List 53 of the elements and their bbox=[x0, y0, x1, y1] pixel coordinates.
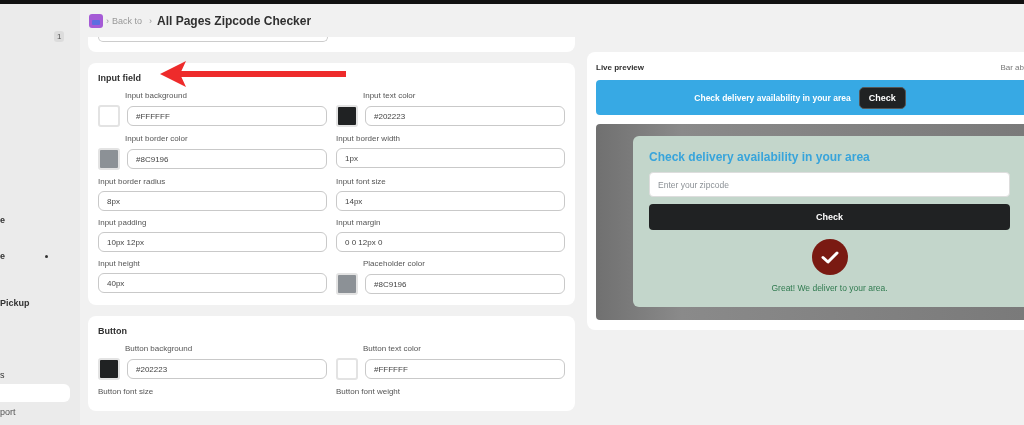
sidebar-item[interactable]: Pickup bbox=[0, 274, 70, 332]
field-label: Button font size bbox=[98, 386, 155, 398]
text-field[interactable]: 0 0 12px 0 bbox=[336, 232, 565, 252]
color-swatch[interactable] bbox=[336, 105, 358, 127]
text-field[interactable]: 40px bbox=[98, 273, 327, 293]
text-field[interactable]: #8C9196 bbox=[127, 149, 327, 169]
check-button[interactable]: Check bbox=[858, 86, 906, 109]
text-field[interactable]: 14px bbox=[336, 191, 565, 211]
sidebar-item[interactable]: port bbox=[0, 402, 70, 422]
color-swatch[interactable] bbox=[98, 358, 120, 380]
chevron-icon: › bbox=[149, 15, 152, 26]
widget-title: Check delivery availability in your area bbox=[649, 150, 871, 164]
field-label: Input margin bbox=[336, 217, 382, 229]
zipcode-field[interactable]: Enter your zipcode bbox=[649, 172, 1010, 197]
app-icon bbox=[89, 13, 103, 28]
checkmark-icon bbox=[811, 239, 848, 275]
check-button[interactable]: Check bbox=[649, 204, 1010, 230]
text-field[interactable]: #202223 bbox=[365, 106, 565, 126]
field-label: Input font size bbox=[336, 176, 387, 188]
preview-title: Live preview bbox=[596, 62, 645, 72]
color-swatch[interactable] bbox=[98, 105, 120, 127]
page-title: All Pages Zipcode Checker bbox=[157, 13, 312, 28]
field-label: Placeholder color bbox=[362, 258, 426, 270]
color-swatch[interactable] bbox=[336, 273, 358, 295]
sidebar-item[interactable]: s bbox=[0, 332, 70, 384]
field-label: Input border radius bbox=[98, 176, 167, 188]
field-label: Button background bbox=[124, 343, 194, 355]
section-title: Input field bbox=[98, 73, 142, 83]
sidebar-item[interactable]: e bbox=[0, 238, 70, 274]
color-swatch[interactable] bbox=[336, 358, 358, 380]
bar-label: Bar ab bbox=[1000, 62, 1024, 72]
field-label: Input text color bbox=[362, 90, 417, 102]
field-label: Input border color bbox=[124, 133, 189, 145]
success-message: Great! We deliver to your area. bbox=[771, 283, 888, 293]
sidebar-item[interactable]: e bbox=[0, 202, 70, 238]
field-label: Input border width bbox=[336, 133, 402, 145]
text-field[interactable]: #FFFFFF bbox=[365, 359, 565, 379]
text-field[interactable]: #202223 bbox=[127, 359, 327, 379]
field-label: Button text color bbox=[362, 343, 422, 355]
count-badge: 1 bbox=[54, 31, 65, 42]
text-field[interactable]: 1px bbox=[336, 148, 565, 168]
field-label: Input background bbox=[124, 90, 188, 102]
text-field[interactable]: 10px 12px bbox=[98, 232, 327, 252]
section-title: Button bbox=[98, 326, 128, 336]
field-label: Input padding bbox=[98, 217, 148, 229]
text-field[interactable]: 8px bbox=[98, 191, 327, 211]
text-field[interactable]: #FFFFFF bbox=[127, 106, 327, 126]
field-label: Input height bbox=[98, 258, 141, 270]
bar-text: Check delivery availability in your area bbox=[694, 92, 851, 103]
chevron-icon: › bbox=[106, 15, 109, 26]
color-swatch[interactable] bbox=[98, 148, 120, 170]
field-label: Button font weight bbox=[336, 386, 402, 398]
text-field[interactable]: #8C9196 bbox=[365, 274, 565, 294]
